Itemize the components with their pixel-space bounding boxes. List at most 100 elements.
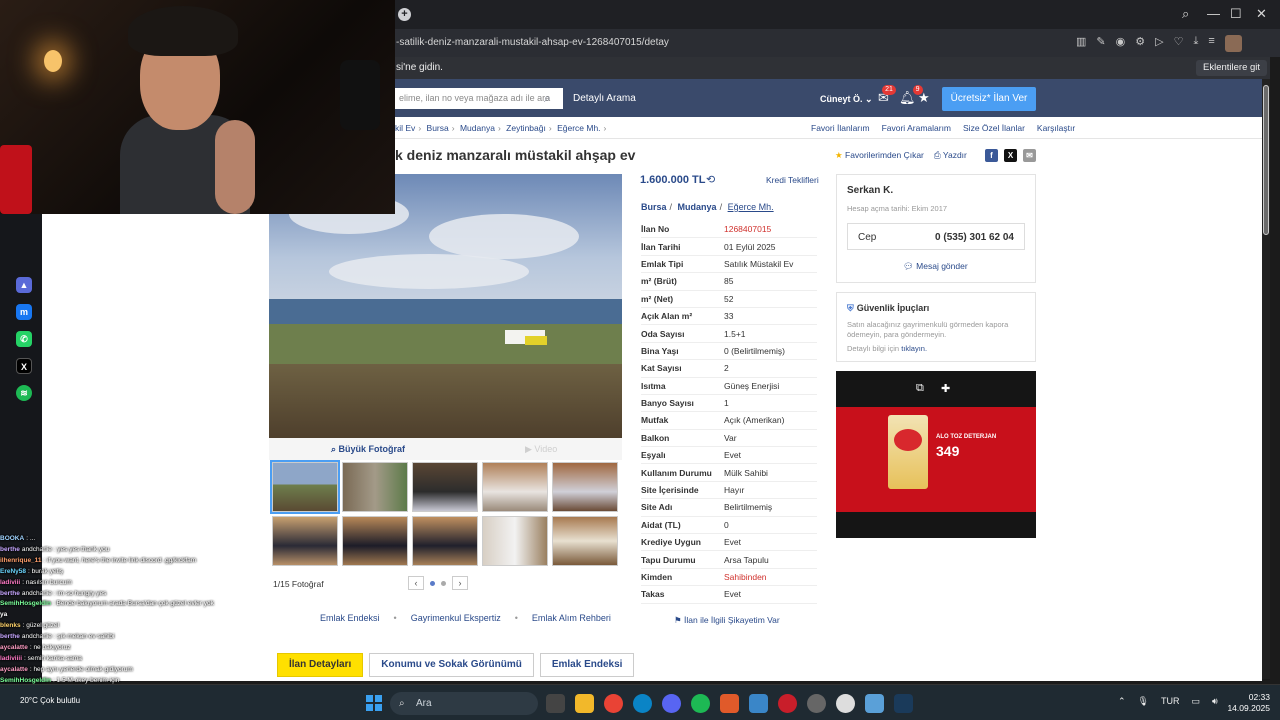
thumbnail[interactable] <box>482 462 548 512</box>
remove-favorite-button[interactable]: ★ Favorilerimden Çıkar <box>835 150 924 161</box>
app-icon[interactable] <box>720 694 739 713</box>
compare-link[interactable]: Karşılaştır <box>1037 123 1075 133</box>
tab-real-estate-index[interactable]: Emlak Endeksi <box>539 653 635 677</box>
thumbnail[interactable] <box>342 516 408 566</box>
chat-username[interactable]: ladiviii <box>0 579 20 586</box>
add-icon[interactable]: ✚ <box>941 382 950 395</box>
send-message-button[interactable]: 💬︎ Mesaj gönder <box>903 261 968 272</box>
chat-username[interactable]: ladiviiii <box>0 655 22 662</box>
real-estate-index-link[interactable]: Emlak Endeksi <box>320 613 380 623</box>
breadcrumb-item[interactable]: Bursa <box>427 123 449 133</box>
discord-icon[interactable] <box>662 694 681 713</box>
start-button[interactable] <box>366 695 382 711</box>
search-icon[interactable]: ⌕ <box>1182 6 1189 22</box>
next-photo-button[interactable]: › <box>452 576 468 590</box>
thumbnail[interactable] <box>272 516 338 566</box>
chat-username[interactable]: aycalatte <box>0 666 28 673</box>
scrollbar-thumb[interactable] <box>1263 85 1269 235</box>
url-field[interactable]: -satilik-deniz-manzarali-mustakil-ahsap-… <box>396 37 669 48</box>
chrome-icon[interactable] <box>604 694 623 713</box>
search-icon[interactable]: ⌕ <box>544 91 551 106</box>
opera-icon[interactable] <box>778 694 797 713</box>
thumbnail[interactable] <box>412 516 478 566</box>
spotify-icon[interactable] <box>691 694 710 713</box>
edit-icon[interactable]: ✎ <box>1096 35 1105 52</box>
chat-username[interactable]: SemihHosgeldin <box>0 677 51 684</box>
print-button[interactable]: ⎙ Yazdır <box>934 150 967 161</box>
extensions-button[interactable]: Eklentilere git <box>1196 60 1268 76</box>
credit-offers-link[interactable]: Kredi Teklifleri <box>766 175 819 185</box>
volume-icon[interactable]: 🔊︎ <box>1212 696 1218 707</box>
advertisement[interactable]: ⧉ ✚ ALO TOZ DETERJAN 349 <box>836 371 1036 538</box>
chat-username[interactable]: ilhenrique_11 <box>0 557 42 564</box>
reader-icon[interactable]: ▥ <box>1076 35 1086 52</box>
tab-location[interactable]: Konumu ve Sokak Görünümü <box>369 653 534 677</box>
network-icon[interactable]: ▭ <box>1191 696 1200 707</box>
file-explorer-icon[interactable] <box>575 694 594 713</box>
breadcrumb-item[interactable]: kil Ev <box>395 123 415 133</box>
pager-dot[interactable] <box>430 580 435 586</box>
app-icon[interactable] <box>865 694 884 713</box>
seller-name[interactable]: Serkan K. <box>847 185 893 196</box>
favorite-searches-link[interactable]: Favori Aramalarım <box>882 123 951 133</box>
minimize-button[interactable]: — <box>1207 6 1220 21</box>
taskbar-search[interactable]: ⌕ Ara <box>390 692 538 715</box>
settings-icon[interactable] <box>836 694 855 713</box>
chat-username[interactable]: berthe <box>0 633 20 640</box>
x-icon[interactable]: X <box>1004 149 1017 162</box>
breadcrumb-item[interactable]: Eğerce Mh. <box>557 123 600 133</box>
tab-listing-details[interactable]: İlan Detayları <box>277 653 364 677</box>
chevron-up-icon[interactable]: ⌃ <box>1118 696 1126 707</box>
favorite-listings-link[interactable]: Favori İlanlarım <box>811 123 870 133</box>
chat-username[interactable]: berthe <box>0 546 20 553</box>
chat-username[interactable]: berthe <box>0 590 20 597</box>
edge-icon[interactable] <box>633 694 652 713</box>
app-icon[interactable]: ▲ <box>16 277 32 293</box>
weather-widget[interactable]: 20°C Çok bulutlu <box>20 696 80 705</box>
large-photo-button[interactable]: ⌕ Büyük Fotoğraf <box>331 444 405 455</box>
chat-username[interactable]: ya <box>0 611 7 618</box>
x-icon[interactable]: X <box>16 358 32 374</box>
advanced-search-link[interactable]: Detaylı Arama <box>573 93 636 104</box>
chat-username[interactable]: aycalatte <box>0 644 28 651</box>
search-input[interactable]: elime, ilan no veya mağaza adı ile ara <box>395 88 563 109</box>
appraisal-link[interactable]: Gayrimenkul Ekspertiz <box>411 613 501 623</box>
new-tab-button[interactable]: + <box>398 8 411 21</box>
spotify-icon[interactable]: ≋ <box>16 385 32 401</box>
location-neighborhood[interactable]: Eğerce Mh. <box>728 202 774 212</box>
obs-icon[interactable] <box>807 694 826 713</box>
profile-avatar[interactable] <box>1224 35 1242 52</box>
messages-icon[interactable]: ✉ 21 <box>878 85 896 106</box>
video-button[interactable]: ▶ Video <box>525 444 557 455</box>
chat-username[interactable]: blenks <box>0 622 21 629</box>
page-scrollbar[interactable] <box>1262 79 1270 679</box>
buying-guide-link[interactable]: Emlak Alım Rehberi <box>532 613 611 623</box>
settings-icon[interactable]: ⚙ <box>1135 35 1145 52</box>
safety-tips-link[interactable]: tıklayın. <box>901 344 927 353</box>
clock[interactable]: 02:33 14.09.2025 <box>1226 692 1270 714</box>
thumbnail[interactable] <box>552 516 618 566</box>
location-district[interactable]: Mudanya <box>678 202 717 212</box>
breadcrumb-item[interactable]: Mudanya <box>460 123 495 133</box>
language-indicator[interactable]: TUR <box>1161 696 1180 707</box>
chat-username[interactable]: SemihHosgeldin <box>0 600 51 607</box>
play-icon[interactable]: ▷ <box>1155 35 1163 52</box>
email-icon[interactable]: ✉ <box>1023 149 1036 162</box>
thumbnail[interactable] <box>412 462 478 512</box>
prev-photo-button[interactable]: ‹ <box>408 576 424 590</box>
maximize-button[interactable]: ☐ <box>1230 6 1242 22</box>
task-view-icon[interactable] <box>546 694 565 713</box>
breadcrumb-item[interactable]: Zeytinbağı <box>506 123 546 133</box>
notifications-icon[interactable]: 🔔︎ 9 <box>899 85 923 106</box>
microphone-icon[interactable]: 🎙︎ <box>1138 696 1149 707</box>
thumbnail[interactable] <box>482 516 548 566</box>
menu-icon[interactable]: ≡ <box>1208 35 1214 52</box>
facebook-icon[interactable]: f <box>985 149 998 162</box>
heart-icon[interactable]: ♡ <box>1174 35 1184 52</box>
steam-icon[interactable] <box>894 694 913 713</box>
thumbnail[interactable] <box>342 462 408 512</box>
user-menu[interactable]: Cüneyt Ö. ⌄ <box>820 94 873 105</box>
whatsapp-icon[interactable]: ✆ <box>16 331 32 347</box>
thumbnail[interactable] <box>552 462 618 512</box>
phone-number[interactable]: 0 (535) 301 62 04 <box>935 232 1014 243</box>
